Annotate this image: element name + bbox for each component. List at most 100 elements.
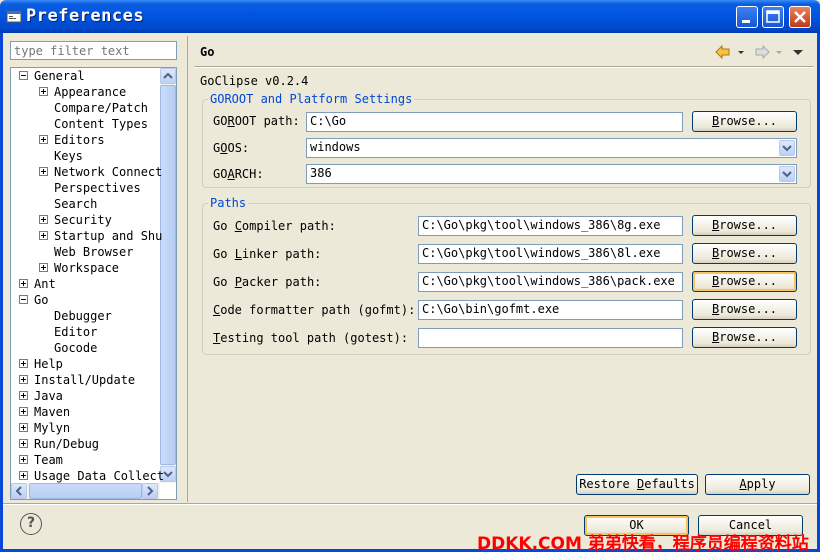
tree-item-label: Run/Debug — [34, 437, 100, 451]
forward-arrow-icon[interactable] — [755, 44, 770, 60]
testing-path-label: Testing tool path (gotest): — [213, 331, 409, 345]
tree-item-label: General — [34, 69, 85, 83]
paths-group-title: Paths — [208, 196, 249, 210]
tree-item-label: Editors — [54, 133, 105, 147]
back-dropdown-icon[interactable] — [738, 51, 744, 54]
maximize-icon — [766, 10, 780, 23]
forward-dropdown-icon[interactable] — [776, 51, 782, 54]
expand-icon[interactable] — [39, 167, 48, 176]
apply-button[interactable]: Apply — [705, 474, 810, 495]
footer-divider-highlight — [3, 504, 817, 505]
tree-item-label: Maven — [34, 405, 71, 419]
close-window-button[interactable] — [789, 6, 811, 28]
chevron-down-icon — [782, 171, 792, 178]
expand-icon[interactable] — [19, 471, 28, 480]
tree-item-label: Help — [34, 357, 63, 371]
chevron-down-icon — [782, 145, 792, 152]
linker-path-label: Go Linker path: — [213, 247, 322, 261]
minimize-button[interactable] — [736, 6, 758, 28]
tree-item-label: Usage Data Collect — [34, 469, 165, 483]
back-arrow-icon[interactable] — [715, 44, 730, 60]
chevron-left-icon — [15, 486, 22, 496]
title-bar[interactable]: Preferences — [0, 0, 820, 33]
formatter-browse-button[interactable]: Browse... — [692, 299, 797, 320]
goarch-label: GOARCH: — [213, 167, 264, 181]
chevron-up-icon — [163, 72, 173, 79]
collapse-icon[interactable] — [19, 295, 28, 304]
tree-item-label: Gocode — [54, 341, 98, 355]
window-title: Preferences — [26, 6, 145, 26]
help-icon[interactable]: ? — [20, 513, 42, 535]
pane-splitter[interactable] — [187, 36, 188, 502]
preference-tree[interactable]: General Appearance Compare/Patch Content Ty… — [10, 67, 177, 500]
tree-item-label: Java — [34, 389, 63, 403]
tree-item-label: Startup and Shu — [54, 229, 163, 243]
version-label: GoClipse v0.2.4 — [200, 74, 309, 88]
testing-path-input[interactable] — [418, 328, 683, 348]
expand-icon[interactable] — [19, 391, 28, 400]
close-icon — [794, 11, 806, 23]
packer-path-input[interactable]: C:\Go\pkg\tool\windows_386\pack.exe — [418, 272, 683, 292]
filter-input[interactable] — [10, 41, 177, 60]
tree-item-label: Workspace — [54, 261, 120, 275]
window-frame-left — [0, 33, 3, 552]
compiler-browse-button[interactable]: Browse... — [692, 215, 797, 236]
goarch-dropdown-button[interactable] — [779, 166, 795, 182]
goos-dropdown-button[interactable] — [779, 140, 795, 156]
expand-icon[interactable] — [19, 455, 28, 464]
tree-item-label: Network Connect — [54, 165, 163, 179]
linker-path-input[interactable]: C:\Go\pkg\tool\windows_386\8l.exe — [418, 244, 683, 264]
goroot-path-input[interactable]: C:\Go — [306, 112, 683, 132]
restore-defaults-button[interactable]: Restore Defaults — [576, 474, 698, 495]
maximize-button[interactable] — [762, 6, 784, 28]
tree-item-label: Team — [34, 453, 63, 467]
expand-icon[interactable] — [19, 423, 28, 432]
expand-icon[interactable] — [39, 87, 48, 96]
compiler-path-input[interactable]: C:\Go\pkg\tool\windows_386\8g.exe — [418, 216, 683, 236]
goarch-select[interactable]: 386 — [306, 164, 797, 184]
expand-icon[interactable] — [19, 407, 28, 416]
chevron-right-icon — [147, 486, 154, 496]
page-title: Go — [200, 45, 215, 59]
packer-browse-button[interactable]: Browse... — [692, 271, 797, 292]
scroll-left-button[interactable] — [11, 483, 27, 499]
compiler-path-label: Go Compiler path: — [213, 219, 336, 233]
tree-item-label: Appearance — [54, 85, 127, 99]
expand-icon[interactable] — [19, 439, 28, 448]
tree-horizontal-scrollbar[interactable] — [11, 483, 160, 499]
tree-item-label: Debugger — [54, 309, 112, 323]
expand-icon[interactable] — [19, 279, 28, 288]
testing-browse-button[interactable]: Browse... — [692, 327, 797, 348]
goroot-browse-button[interactable]: Browse... — [692, 111, 797, 132]
expand-icon[interactable] — [39, 263, 48, 272]
tree-item-label: Mylyn — [34, 421, 71, 435]
linker-browse-button[interactable]: Browse... — [692, 243, 797, 264]
navigation-arrows — [715, 44, 803, 60]
goroot-group-title: GOROOT and Platform Settings — [208, 92, 415, 106]
formatter-path-label: Code formatter path (gofmt): — [213, 303, 416, 317]
view-menu-icon[interactable] — [793, 50, 803, 55]
tree-hscroll-thumb[interactable] — [29, 483, 142, 499]
packer-path-label: Go Packer path: — [213, 275, 322, 289]
goroot-path-label: GOROOT path: — [213, 114, 300, 128]
goos-select[interactable]: windows — [306, 138, 797, 158]
tree-vscroll-thumb[interactable] — [160, 85, 176, 465]
tree-item-label: Go — [34, 293, 49, 307]
minimize-icon — [742, 20, 750, 23]
scroll-right-button[interactable] — [142, 483, 158, 499]
tree-item-label: Web Browser — [54, 245, 134, 259]
collapse-icon[interactable] — [19, 71, 28, 80]
preferences-window: Preferences type filter text General App… — [0, 0, 820, 554]
tree-item-label: Security — [54, 213, 112, 227]
formatter-path-input[interactable]: C:\Go\bin\gofmt.exe — [418, 300, 683, 320]
expand-icon[interactable] — [39, 231, 48, 240]
expand-icon[interactable] — [19, 359, 28, 368]
scroll-up-button[interactable] — [160, 68, 176, 84]
expand-icon[interactable] — [19, 375, 28, 384]
expand-icon[interactable] — [39, 215, 48, 224]
tree-item-label: Perspectives — [54, 181, 141, 195]
tree-item-label: Compare/Patch — [54, 101, 148, 115]
tree-item-label: Ant — [34, 277, 56, 291]
expand-icon[interactable] — [39, 135, 48, 144]
goarch-selected-value: 386 — [310, 166, 332, 180]
